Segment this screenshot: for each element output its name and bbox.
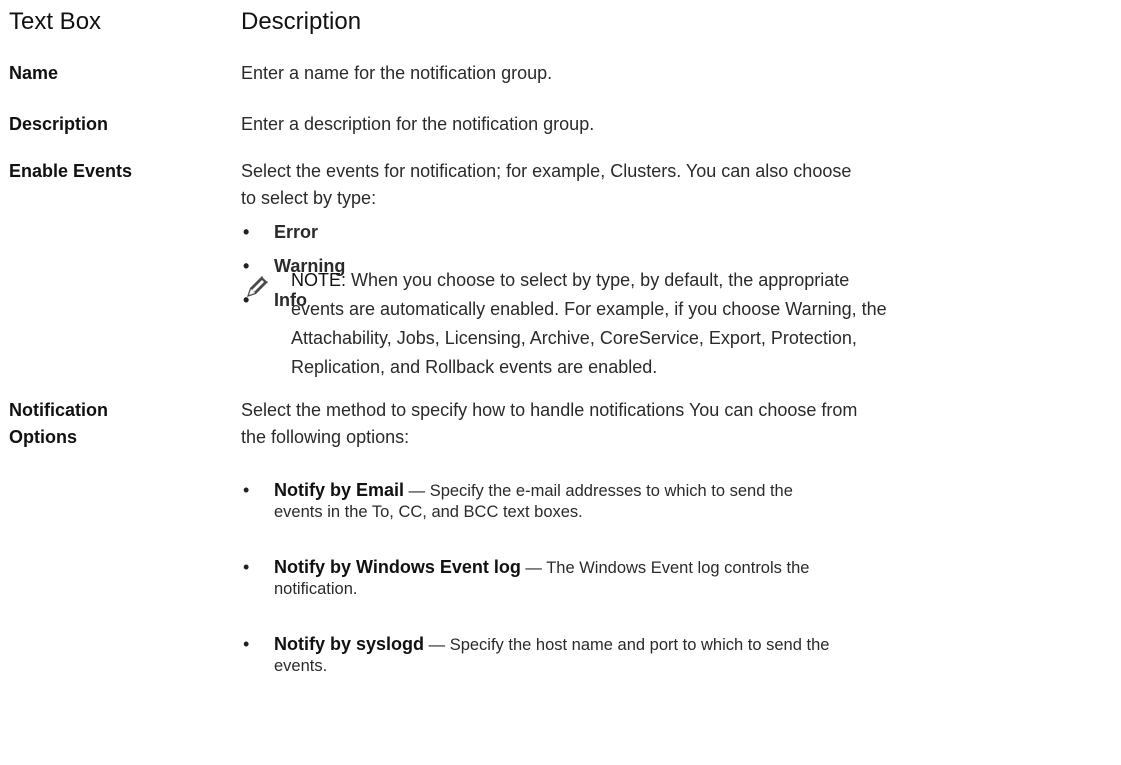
term-notification-options: Notification Options [9,397,209,451]
option-syslogd-line2: events. [274,657,328,675]
note-line4: Replication, and Rollback events are ena… [291,357,658,377]
option-syslogd: Notify by syslogd — Specify the host nam… [241,634,1101,694]
desc-description: Enter a description for the notification… [241,114,595,134]
note-text: NOTE: When you choose to select by type,… [291,266,1091,382]
term-notification-options-line2: Options [9,427,77,447]
desc-enable-events-line1: Select the events for notification; for … [241,161,852,181]
note-line2: events are automatically enabled. For ex… [291,299,887,319]
desc-notification-options-line1: Select the method to specify how to hand… [241,400,858,420]
option-email-line1: — Specify the e-mail addresses to which … [404,482,793,500]
header-description: Description [241,8,362,35]
option-syslogd-line1: — Specify the host name and port to whic… [424,636,830,654]
desc-enable-events: Select the events for notification; for … [241,158,1101,212]
note-line3: Attachability, Jobs, Licensing, Archive,… [291,328,857,348]
desc-notification-options: Select the method to specify how to hand… [241,397,1101,451]
option-email-line2: events in the To, CC, and BCC text boxes… [274,503,583,521]
notification-option-list: Notify by Email — Specify the e-mail add… [241,480,1101,694]
note-label: NOTE: [291,270,347,290]
option-email-name: Notify by Email [274,480,405,500]
note-line1: When you choose to select by type, by de… [346,270,850,290]
desc-enable-events-line2: to select by type: [241,188,377,208]
desc-notification-options-line2: the following options: [241,427,410,447]
header-text-box: Text Box [9,8,102,35]
option-windows-event-log-name: Notify by Windows Event log [274,557,521,577]
term-name: Name [9,63,59,83]
option-email: Notify by Email — Specify the e-mail add… [241,480,1101,557]
term-description: Description [9,114,109,134]
event-type-error: Error [241,215,1101,249]
option-windows-event-log-line1: — The Windows Event log controls the [520,559,810,577]
term-notification-options-line1: Notification [9,400,108,420]
option-syslogd-name: Notify by syslogd [274,634,425,654]
pencil-note-icon [247,276,268,297]
desc-name: Enter a name for the notification group. [241,63,553,83]
option-windows-event-log: Notify by Windows Event log — The Window… [241,557,1101,634]
term-enable-events: Enable Events [9,161,133,181]
option-windows-event-log-line2: notification. [274,580,358,598]
